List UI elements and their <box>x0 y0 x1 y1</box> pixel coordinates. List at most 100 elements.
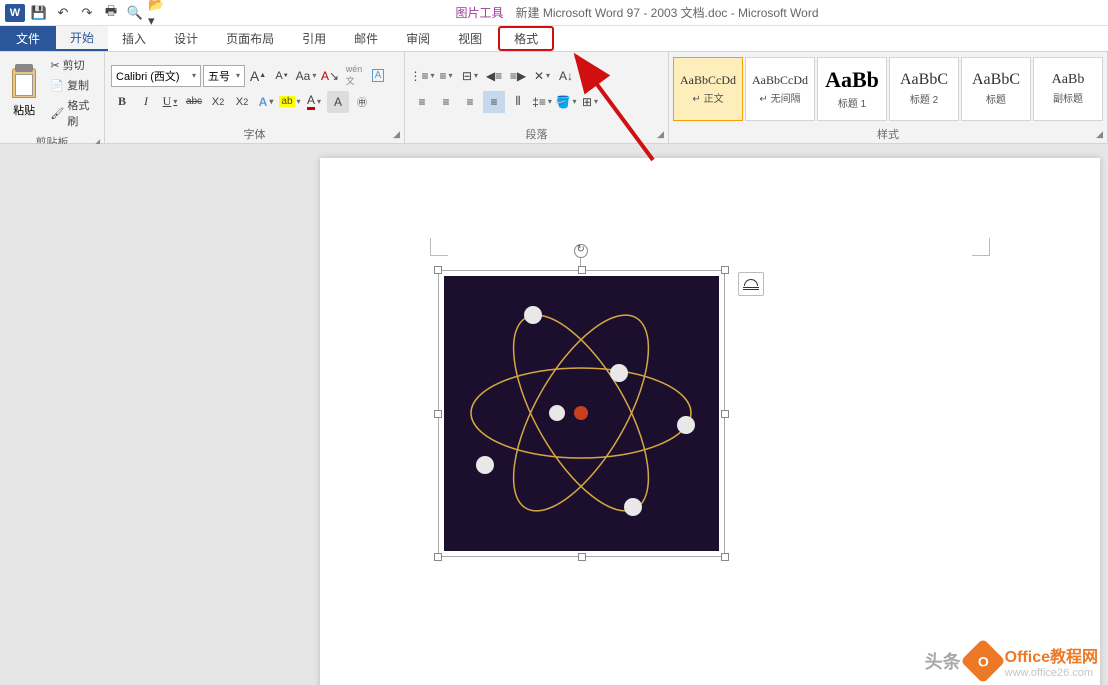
tab-review[interactable]: 审阅 <box>392 26 444 51</box>
tab-format[interactable]: 格式 <box>498 26 554 51</box>
italic-button[interactable]: I <box>135 91 157 113</box>
grow-font-button[interactable]: A▲ <box>247 65 269 87</box>
paste-label: 粘贴 <box>13 102 35 118</box>
paste-button[interactable]: 粘贴 <box>4 66 44 120</box>
style-item-5[interactable]: AaBb副标题 <box>1033 57 1103 121</box>
tab-view[interactable]: 视图 <box>444 26 496 51</box>
paragraph-group-label: 段落 <box>526 126 548 142</box>
decrease-indent-button[interactable]: ◀≡ <box>483 65 505 87</box>
tab-home[interactable]: 开始 <box>56 26 108 51</box>
tab-insert[interactable]: 插入 <box>108 26 160 51</box>
align-center-button[interactable]: ≡ <box>435 91 457 113</box>
print-preview-icon[interactable]: 🔍 <box>124 2 146 24</box>
font-size-combo[interactable]: 五号▾ <box>203 65 245 87</box>
tab-mailings[interactable]: 邮件 <box>340 26 392 51</box>
format-painter-button[interactable]: 🖌格式刷 <box>48 96 100 130</box>
margin-marker-icon <box>972 238 990 256</box>
resize-handle-mr[interactable] <box>721 410 729 418</box>
group-paragraph: ⋮≡ ≡ ⊟ ◀≡ ≡▶ ✕ A↓ ¶ ≡ ≡ ≡ ≡ ⫴ ‡≡ 🪣 <box>405 52 669 143</box>
group-font: Calibri (西文)▾ 五号▾ A▲ A▼ Aa A↘ wén文 A B I… <box>105 52 405 143</box>
resize-handle-tl[interactable] <box>434 266 442 274</box>
save-icon[interactable]: 💾 <box>28 2 50 24</box>
highlight-button[interactable]: ab <box>279 91 301 113</box>
style-gallery: AaBbCcDd↵ 正文AaBbCcDd↵ 无间隔AaBb标题 1AaBbC标题… <box>673 57 1103 121</box>
align-right-button[interactable]: ≡ <box>459 91 481 113</box>
document-background <box>0 144 1108 685</box>
sort-button[interactable]: A↓ <box>555 65 577 87</box>
paragraph-launcher-icon[interactable]: ◢ <box>657 129 664 140</box>
increase-indent-button[interactable]: ≡▶ <box>507 65 529 87</box>
phonetic-button[interactable]: wén文 <box>343 65 365 87</box>
copy-button[interactable]: 📄复制 <box>48 76 100 94</box>
resize-handle-tm[interactable] <box>578 266 586 274</box>
rotation-handle[interactable] <box>574 244 588 258</box>
selected-image[interactable] <box>438 270 725 557</box>
style-item-2[interactable]: AaBb标题 1 <box>817 57 887 121</box>
asian-layout-button[interactable]: ✕ <box>531 65 553 87</box>
subscript-button[interactable]: X2 <box>207 91 229 113</box>
styles-launcher-icon[interactable]: ◢ <box>1096 129 1103 140</box>
font-color-button[interactable]: A <box>303 91 325 113</box>
style-item-4[interactable]: AaBbC标题 <box>961 57 1031 121</box>
watermark-url: www.office26.com <box>1005 667 1098 679</box>
borders-button[interactable]: ⊞ <box>579 91 601 113</box>
bold-button[interactable]: B <box>111 91 133 113</box>
tab-layout[interactable]: 页面布局 <box>212 26 288 51</box>
ribbon-tabs: 文件 开始 插入 设计 页面布局 引用 邮件 审阅 视图 格式 <box>0 26 1108 52</box>
tab-references[interactable]: 引用 <box>288 26 340 51</box>
watermark-title: Office教程网 <box>1005 643 1098 667</box>
distribute-button[interactable]: ⫴ <box>507 91 529 113</box>
quick-print-icon[interactable]: 🖶 <box>100 2 122 24</box>
layout-options-icon <box>743 277 759 291</box>
style-item-0[interactable]: AaBbCcDd↵ 正文 <box>673 57 743 121</box>
underline-button[interactable]: U <box>159 91 181 113</box>
resize-handle-ml[interactable] <box>434 410 442 418</box>
char-border-button[interactable]: A <box>367 65 389 87</box>
font-launcher-icon[interactable]: ◢ <box>393 129 400 140</box>
shrink-font-button[interactable]: A▼ <box>271 65 293 87</box>
text-effect-button[interactable]: A <box>255 91 277 113</box>
watermark: 头条 O Office教程网 www.office26.com <box>925 643 1098 679</box>
show-marks-button[interactable]: ¶ <box>579 65 601 87</box>
line-spacing-button[interactable]: ‡≡ <box>531 91 553 113</box>
resize-handle-bl[interactable] <box>434 553 442 561</box>
superscript-button[interactable]: X2 <box>231 91 253 113</box>
font-name-combo[interactable]: Calibri (西文)▾ <box>111 65 201 87</box>
multilevel-button[interactable]: ⊟ <box>459 65 481 87</box>
group-clipboard: 粘贴 ✂剪切 📄复制 🖌格式刷 剪贴板◢ <box>0 52 105 143</box>
layout-options-button[interactable] <box>738 272 764 296</box>
font-group-label: 字体 <box>244 126 266 142</box>
justify-button[interactable]: ≡ <box>483 91 505 113</box>
enclose-char-button[interactable]: ㊥ <box>351 91 373 113</box>
redo-icon[interactable]: ↷ <box>76 2 98 24</box>
tab-file[interactable]: 文件 <box>0 26 56 51</box>
open-icon[interactable]: 📂▾ <box>148 2 170 24</box>
margin-marker-icon <box>430 238 448 256</box>
watermark-office-icon: O <box>960 638 1005 683</box>
cut-button[interactable]: ✂剪切 <box>48 56 100 74</box>
clear-format-button[interactable]: A↘ <box>319 65 341 87</box>
document-title: 新建 Microsoft Word 97 - 2003 文档.doc - Mic… <box>516 4 819 21</box>
watermark-toutiao: 头条 <box>925 648 961 674</box>
copy-icon: 📄 <box>50 79 64 92</box>
style-item-1[interactable]: AaBbCcDd↵ 无间隔 <box>745 57 815 121</box>
atom-image-content <box>444 276 719 551</box>
word-app-icon[interactable]: W <box>4 2 26 24</box>
align-left-button[interactable]: ≡ <box>411 91 433 113</box>
picture-tools-label: 图片工具 <box>456 4 504 21</box>
change-case-button[interactable]: Aa <box>295 65 317 87</box>
bullets-button[interactable]: ⋮≡ <box>411 65 433 87</box>
char-shading-button[interactable]: A <box>327 91 349 113</box>
tab-design[interactable]: 设计 <box>160 26 212 51</box>
shading-button[interactable]: 🪣 <box>555 91 577 113</box>
scissors-icon: ✂ <box>50 59 59 72</box>
brush-icon: 🖌 <box>50 107 64 120</box>
strike-button[interactable]: abc <box>183 91 205 113</box>
style-item-3[interactable]: AaBbC标题 2 <box>889 57 959 121</box>
document-page[interactable] <box>320 158 1100 685</box>
numbering-button[interactable]: ≡ <box>435 65 457 87</box>
resize-handle-bm[interactable] <box>578 553 586 561</box>
resize-handle-br[interactable] <box>721 553 729 561</box>
undo-icon[interactable]: ↶ <box>52 2 74 24</box>
resize-handle-tr[interactable] <box>721 266 729 274</box>
